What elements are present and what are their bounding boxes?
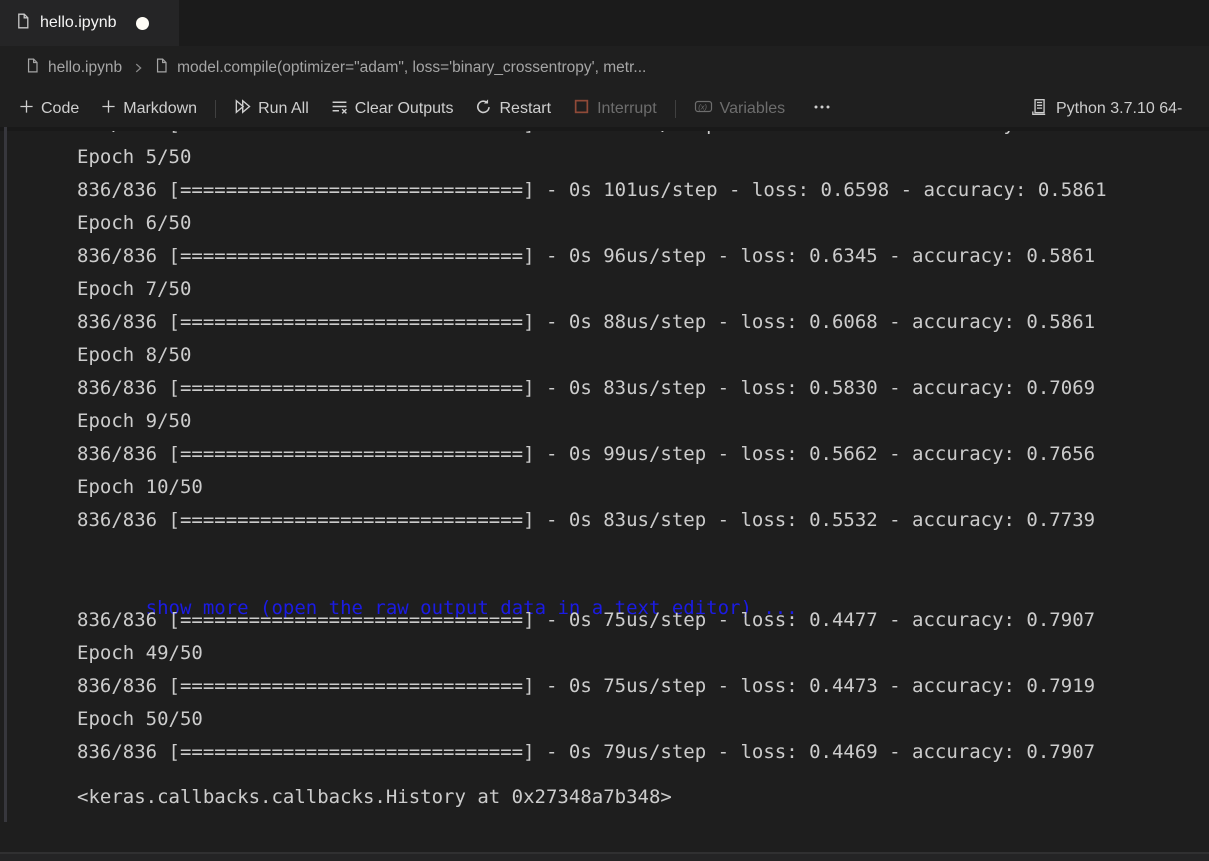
output-line: Epoch 50/50 xyxy=(0,703,1209,736)
output-line: Epoch 6/50 xyxy=(0,207,1209,240)
area-below-cell xyxy=(0,854,1209,861)
run-all-button[interactable]: Run All xyxy=(223,95,320,123)
variables-button[interactable]: (x) Variables xyxy=(683,95,797,123)
output-line: Epoch 5/50 xyxy=(0,141,1209,174)
execution-result-line: <keras.callbacks.callbacks.History at 0x… xyxy=(0,781,1209,814)
file-icon xyxy=(25,58,40,78)
plus-icon xyxy=(101,99,116,119)
run-all-label: Run All xyxy=(258,100,309,118)
output-line: 836/836 [==============================]… xyxy=(0,670,1209,703)
run-all-icon xyxy=(234,98,251,120)
breadcrumb-cell[interactable]: model.compile(optimizer="adam", loss='bi… xyxy=(154,58,646,78)
restart-icon xyxy=(475,98,492,120)
add-code-cell-button[interactable]: Code xyxy=(8,95,90,123)
tab-title: hello.ipynb xyxy=(40,14,117,32)
output-line: Epoch 9/50 xyxy=(0,405,1209,438)
file-icon xyxy=(15,13,31,34)
kernel-label: Python 3.7.10 64- xyxy=(1056,100,1182,118)
output-line: 836/836 [==============================]… xyxy=(0,604,1209,637)
chevron-right-icon xyxy=(131,61,145,75)
show-more-row: show more (open the raw output data in a… xyxy=(0,559,1209,592)
interrupt-button[interactable]: Interrupt xyxy=(562,95,668,123)
clear-outputs-button[interactable]: Clear Outputs xyxy=(320,95,465,123)
clear-outputs-label: Clear Outputs xyxy=(355,100,454,118)
output-line: 836/836 [==============================]… xyxy=(0,736,1209,769)
toolbar-divider xyxy=(675,100,676,118)
cell-left-border xyxy=(4,127,7,822)
output-line: 836/836 [==============================]… xyxy=(0,240,1209,273)
output-block-epochs-48-50: 836/836 [==============================]… xyxy=(0,604,1209,769)
variables-icon: (x) xyxy=(694,98,713,120)
breadcrumb-file-label: hello.ipynb xyxy=(48,59,122,77)
ellipsis-icon xyxy=(813,99,831,120)
add-code-label: Code xyxy=(41,100,79,118)
add-markdown-label: Markdown xyxy=(123,100,197,118)
svg-text:(x): (x) xyxy=(698,102,707,111)
kernel-environment-icon xyxy=(1030,98,1048,121)
output-line: 836/836 [==============================]… xyxy=(0,438,1209,471)
clear-outputs-icon xyxy=(331,98,348,120)
vscode-window: hello.ipynb hello.ipynb xyxy=(0,0,1209,861)
toolbar-divider xyxy=(215,100,216,118)
unsaved-changes-dot-icon[interactable] xyxy=(136,17,149,30)
clipped-output-line: 836/836 [==============================]… xyxy=(0,131,1209,141)
breadcrumb: hello.ipynb model.compile(optimizer="ada… xyxy=(0,46,1209,90)
output-line: Epoch 49/50 xyxy=(0,637,1209,670)
output-block-epochs-5-10: Epoch 5/50 836/836 [====================… xyxy=(0,141,1209,537)
file-icon xyxy=(154,58,169,78)
restart-button[interactable]: Restart xyxy=(464,95,562,123)
output-line: Epoch 7/50 xyxy=(0,273,1209,306)
plus-icon xyxy=(19,99,34,119)
breadcrumb-file[interactable]: hello.ipynb xyxy=(25,58,122,78)
interrupt-label: Interrupt xyxy=(597,100,657,118)
output-line: Epoch 10/50 xyxy=(0,471,1209,504)
output-line: 836/836 [==============================]… xyxy=(0,504,1209,537)
output-line: 836/836 [==============================]… xyxy=(0,306,1209,339)
add-markdown-cell-button[interactable]: Markdown xyxy=(90,95,208,123)
interrupt-stop-icon xyxy=(573,98,590,120)
output-line: 836/836 [==============================]… xyxy=(0,131,1209,141)
kernel-picker[interactable]: Python 3.7.10 64- xyxy=(1030,90,1209,128)
more-actions-button[interactable] xyxy=(802,95,842,123)
cell-output-area: 836/836 [==============================]… xyxy=(0,127,1209,853)
output-line: 836/836 [==============================]… xyxy=(0,174,1209,207)
output-line: Epoch 8/50 xyxy=(0,339,1209,372)
output-line: 836/836 [==============================]… xyxy=(0,372,1209,405)
variables-label: Variables xyxy=(720,100,786,118)
tab-bar: hello.ipynb xyxy=(0,0,1209,46)
tab-hello-ipynb[interactable]: hello.ipynb xyxy=(0,0,179,46)
restart-label: Restart xyxy=(499,100,551,118)
breadcrumb-cell-label: model.compile(optimizer="adam", loss='bi… xyxy=(177,59,646,77)
notebook-toolbar: Code Markdown Run All xyxy=(0,90,1209,128)
